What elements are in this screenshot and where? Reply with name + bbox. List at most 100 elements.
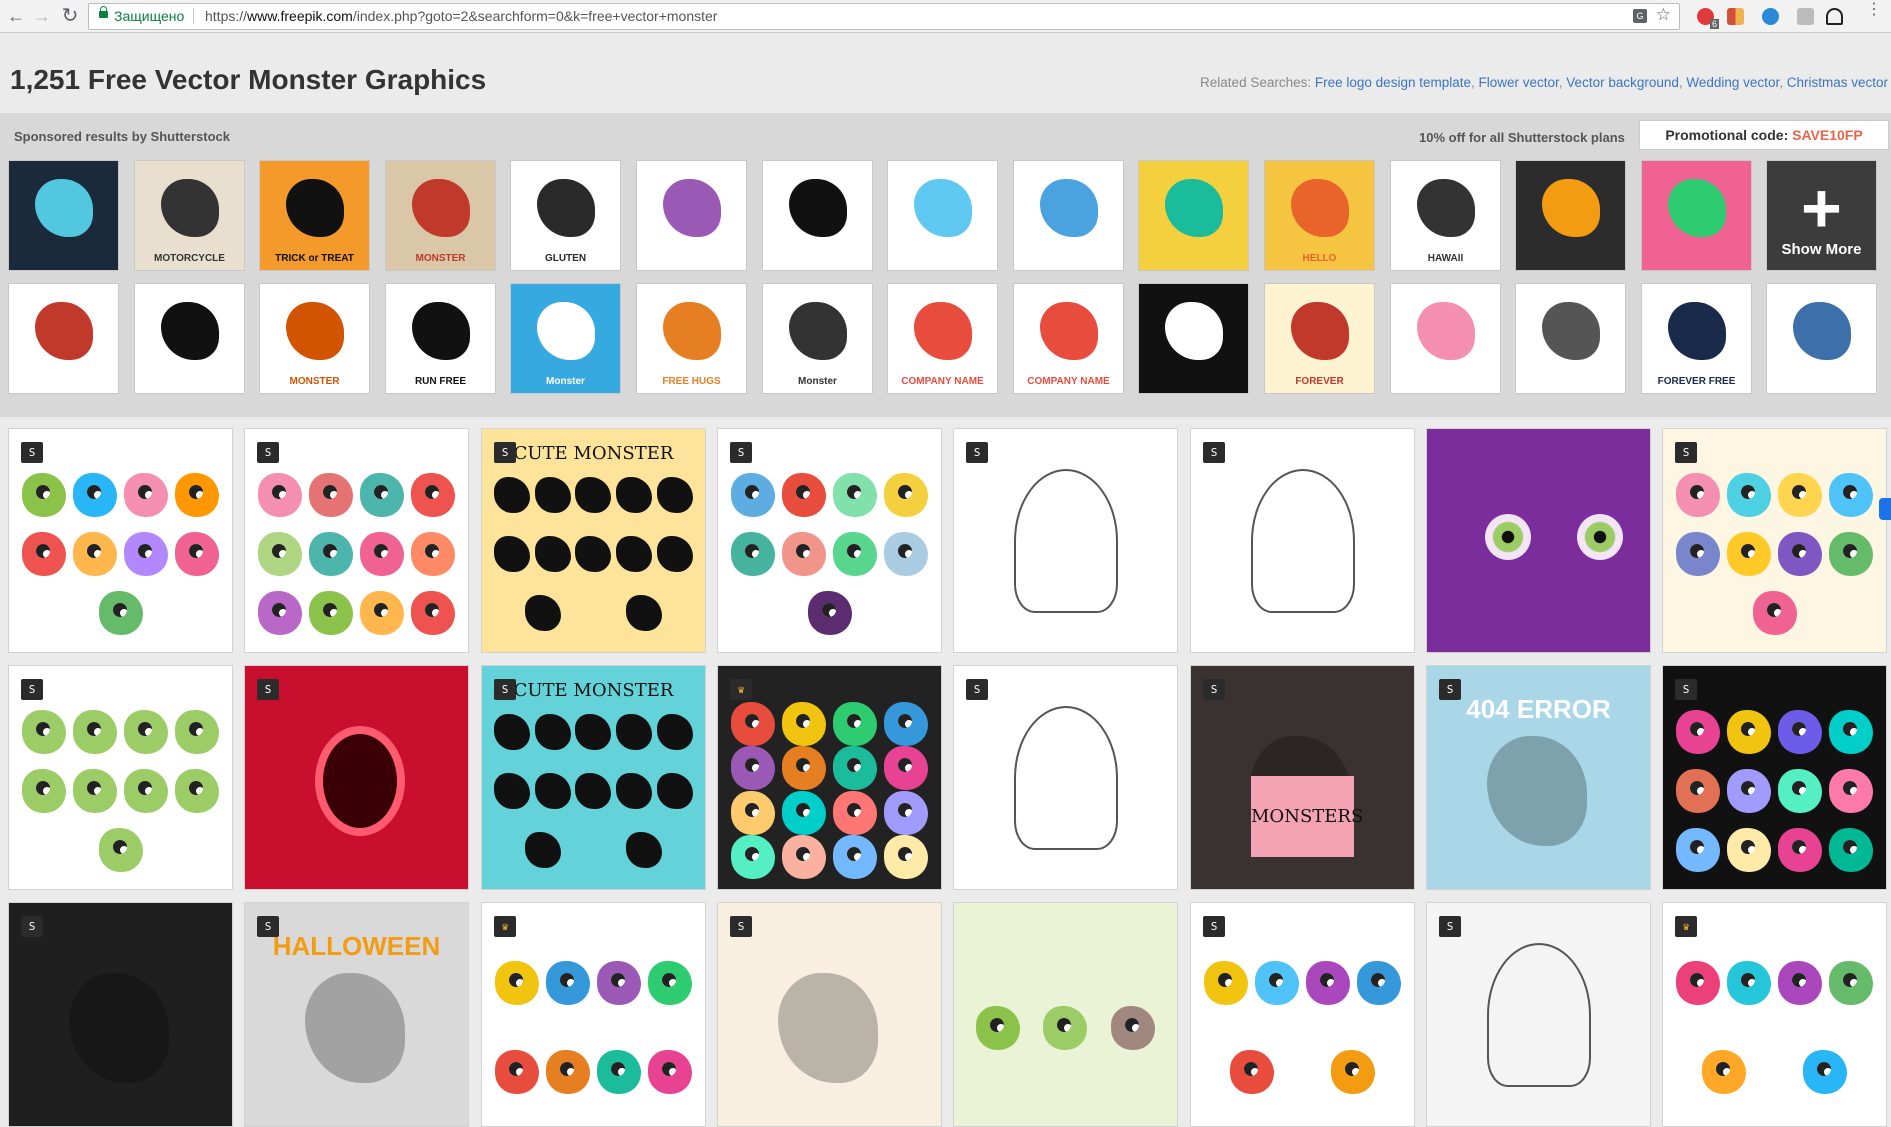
url-text[interactable]: https://www.freepik.com/index.php?goto=2… — [205, 8, 717, 24]
sponsored-thumbnail[interactable]: Monster — [762, 283, 873, 394]
result-card[interactable]: S — [1662, 428, 1887, 653]
extension-icon[interactable] — [1727, 8, 1744, 25]
bookmark-star-icon[interactable]: ☆ — [1656, 5, 1671, 25]
sponsored-thumbnail[interactable] — [887, 160, 998, 271]
monster-figure — [73, 768, 118, 813]
result-card[interactable]: CUTE MONSTER S — [481, 665, 706, 890]
shutterstock-badge-icon: S — [257, 916, 279, 937]
related-link[interactable]: Vector background — [1566, 75, 1679, 90]
sponsored-thumbnail[interactable]: MONSTER — [259, 283, 370, 394]
monster-figure — [258, 531, 303, 576]
sponsored-thumbnail[interactable] — [134, 283, 245, 394]
monster-silhouette — [616, 476, 653, 513]
sponsored-thumbnail[interactable]: HELLO — [1264, 160, 1375, 271]
monster-figure — [1229, 1049, 1274, 1094]
thumbnail-art — [663, 179, 721, 237]
monster-figure — [1676, 531, 1721, 576]
result-card[interactable]: S — [953, 665, 1178, 890]
feedback-tab[interactable] — [1879, 498, 1891, 520]
result-card[interactable]: ♛ — [481, 902, 706, 1127]
sponsored-thumbnail[interactable] — [1766, 283, 1877, 394]
monster-figure — [1777, 709, 1822, 754]
result-card[interactable]: 404 ERROR S — [1426, 665, 1651, 890]
translate-icon[interactable]: G — [1633, 9, 1647, 23]
sponsored-thumbnail[interactable]: GLUTEN — [510, 160, 621, 271]
sponsored-thumbnail[interactable]: Monster — [510, 283, 621, 394]
sponsored-thumbnail[interactable] — [8, 283, 119, 394]
sponsored-thumbnail[interactable]: FOREVER — [1264, 283, 1375, 394]
forward-icon[interactable]: → — [30, 4, 54, 28]
sponsored-thumbnail[interactable] — [1515, 283, 1626, 394]
related-link[interactable]: Christmas vector — [1787, 75, 1888, 90]
monster-illustrations — [964, 939, 1167, 1116]
eye-shape — [1577, 514, 1623, 560]
sponsored-thumbnail[interactable]: RUN FREE — [385, 283, 496, 394]
sponsored-thumbnail[interactable] — [636, 160, 747, 271]
sponsored-thumbnail[interactable]: FOREVER FREE — [1641, 283, 1752, 394]
result-card[interactable] — [953, 902, 1178, 1127]
sponsored-thumbnail[interactable] — [762, 160, 873, 271]
sponsored-thumbnail[interactable] — [8, 160, 119, 271]
back-icon[interactable]: ← — [4, 4, 28, 28]
sponsored-thumbnail[interactable]: COMPANY NAME — [887, 283, 998, 394]
extension-icon[interactable] — [1762, 8, 1779, 25]
related-link[interactable]: Flower vector — [1479, 75, 1559, 90]
result-card[interactable]: S — [717, 902, 942, 1127]
extension-icon[interactable] — [1797, 8, 1814, 25]
monster-figure — [832, 790, 877, 835]
result-card[interactable]: ♛ — [1662, 902, 1887, 1127]
adblock-extension-icon[interactable] — [1697, 8, 1720, 29]
monster-figure — [883, 746, 928, 791]
result-card[interactable]: S — [1190, 902, 1415, 1127]
monster-figure — [123, 531, 168, 576]
extension-icon[interactable] — [1826, 8, 1843, 25]
monster-figure — [174, 709, 219, 754]
sponsored-thumbnail[interactable]: TRICK or TREAT — [259, 160, 370, 271]
result-card[interactable]: S — [1426, 902, 1651, 1127]
monster-silhouette — [575, 476, 612, 513]
result-card[interactable]: MONSTERS S — [1190, 665, 1415, 890]
result-card[interactable]: ♛ — [717, 665, 942, 890]
result-card[interactable]: CUTE MONSTER S — [481, 428, 706, 653]
result-card[interactable]: S — [8, 428, 233, 653]
premium-crown-icon: ♛ — [494, 916, 516, 937]
sponsored-thumbnail[interactable]: MOTORCYCLE — [134, 160, 245, 271]
sponsored-thumbnail[interactable] — [1138, 160, 1249, 271]
result-card[interactable]: S — [953, 428, 1178, 653]
sponsored-thumbnail[interactable] — [1641, 160, 1752, 271]
result-card[interactable]: S — [244, 665, 469, 890]
sponsored-thumbnail[interactable]: HAWAII — [1390, 160, 1501, 271]
result-card[interactable]: S — [1662, 665, 1887, 890]
sponsored-thumbnail[interactable] — [1013, 160, 1124, 271]
monster-figure — [1727, 472, 1772, 517]
sponsored-thumbnail[interactable]: COMPANY NAME — [1013, 283, 1124, 394]
monster-figure — [782, 746, 827, 791]
result-card[interactable] — [1426, 428, 1651, 653]
address-bar[interactable]: Защищено https://www.freepik.com/index.p… — [88, 3, 1680, 30]
related-link[interactable]: Wedding vector — [1686, 75, 1779, 90]
result-card[interactable]: S — [8, 665, 233, 890]
related-link[interactable]: Free logo design template — [1315, 75, 1471, 90]
sponsored-thumbnail[interactable] — [1138, 283, 1249, 394]
result-card[interactable]: HALLOWEEN S — [244, 902, 469, 1127]
sponsored-thumbnail[interactable]: FREE HUGS — [636, 283, 747, 394]
sponsored-thumbnail[interactable] — [1390, 283, 1501, 394]
sponsored-thumbnail[interactable]: MONSTER — [385, 160, 496, 271]
browser-menu-icon[interactable]: ⋮ — [1866, 2, 1882, 25]
sponsored-thumbnail[interactable] — [1515, 160, 1626, 271]
promo-code-box[interactable]: Promotional code: SAVE10FP — [1639, 120, 1889, 150]
monster-figure — [174, 472, 219, 517]
result-card[interactable]: S — [1190, 428, 1415, 653]
monster-figure — [22, 531, 67, 576]
result-card[interactable]: S — [717, 428, 942, 653]
thumbnail-art — [1165, 302, 1223, 360]
result-card[interactable]: S — [244, 428, 469, 653]
reload-icon[interactable]: ↻ — [58, 4, 82, 28]
monster-silhouette — [656, 476, 693, 513]
monster-figure — [1828, 768, 1873, 813]
page-title: 1,251 Free Vector Monster Graphics — [10, 64, 487, 95]
result-card[interactable]: S — [8, 902, 233, 1127]
thumbnail-art — [1417, 302, 1475, 360]
monster-figure — [807, 590, 852, 635]
show-more-button[interactable]: + Show More — [1766, 160, 1877, 271]
